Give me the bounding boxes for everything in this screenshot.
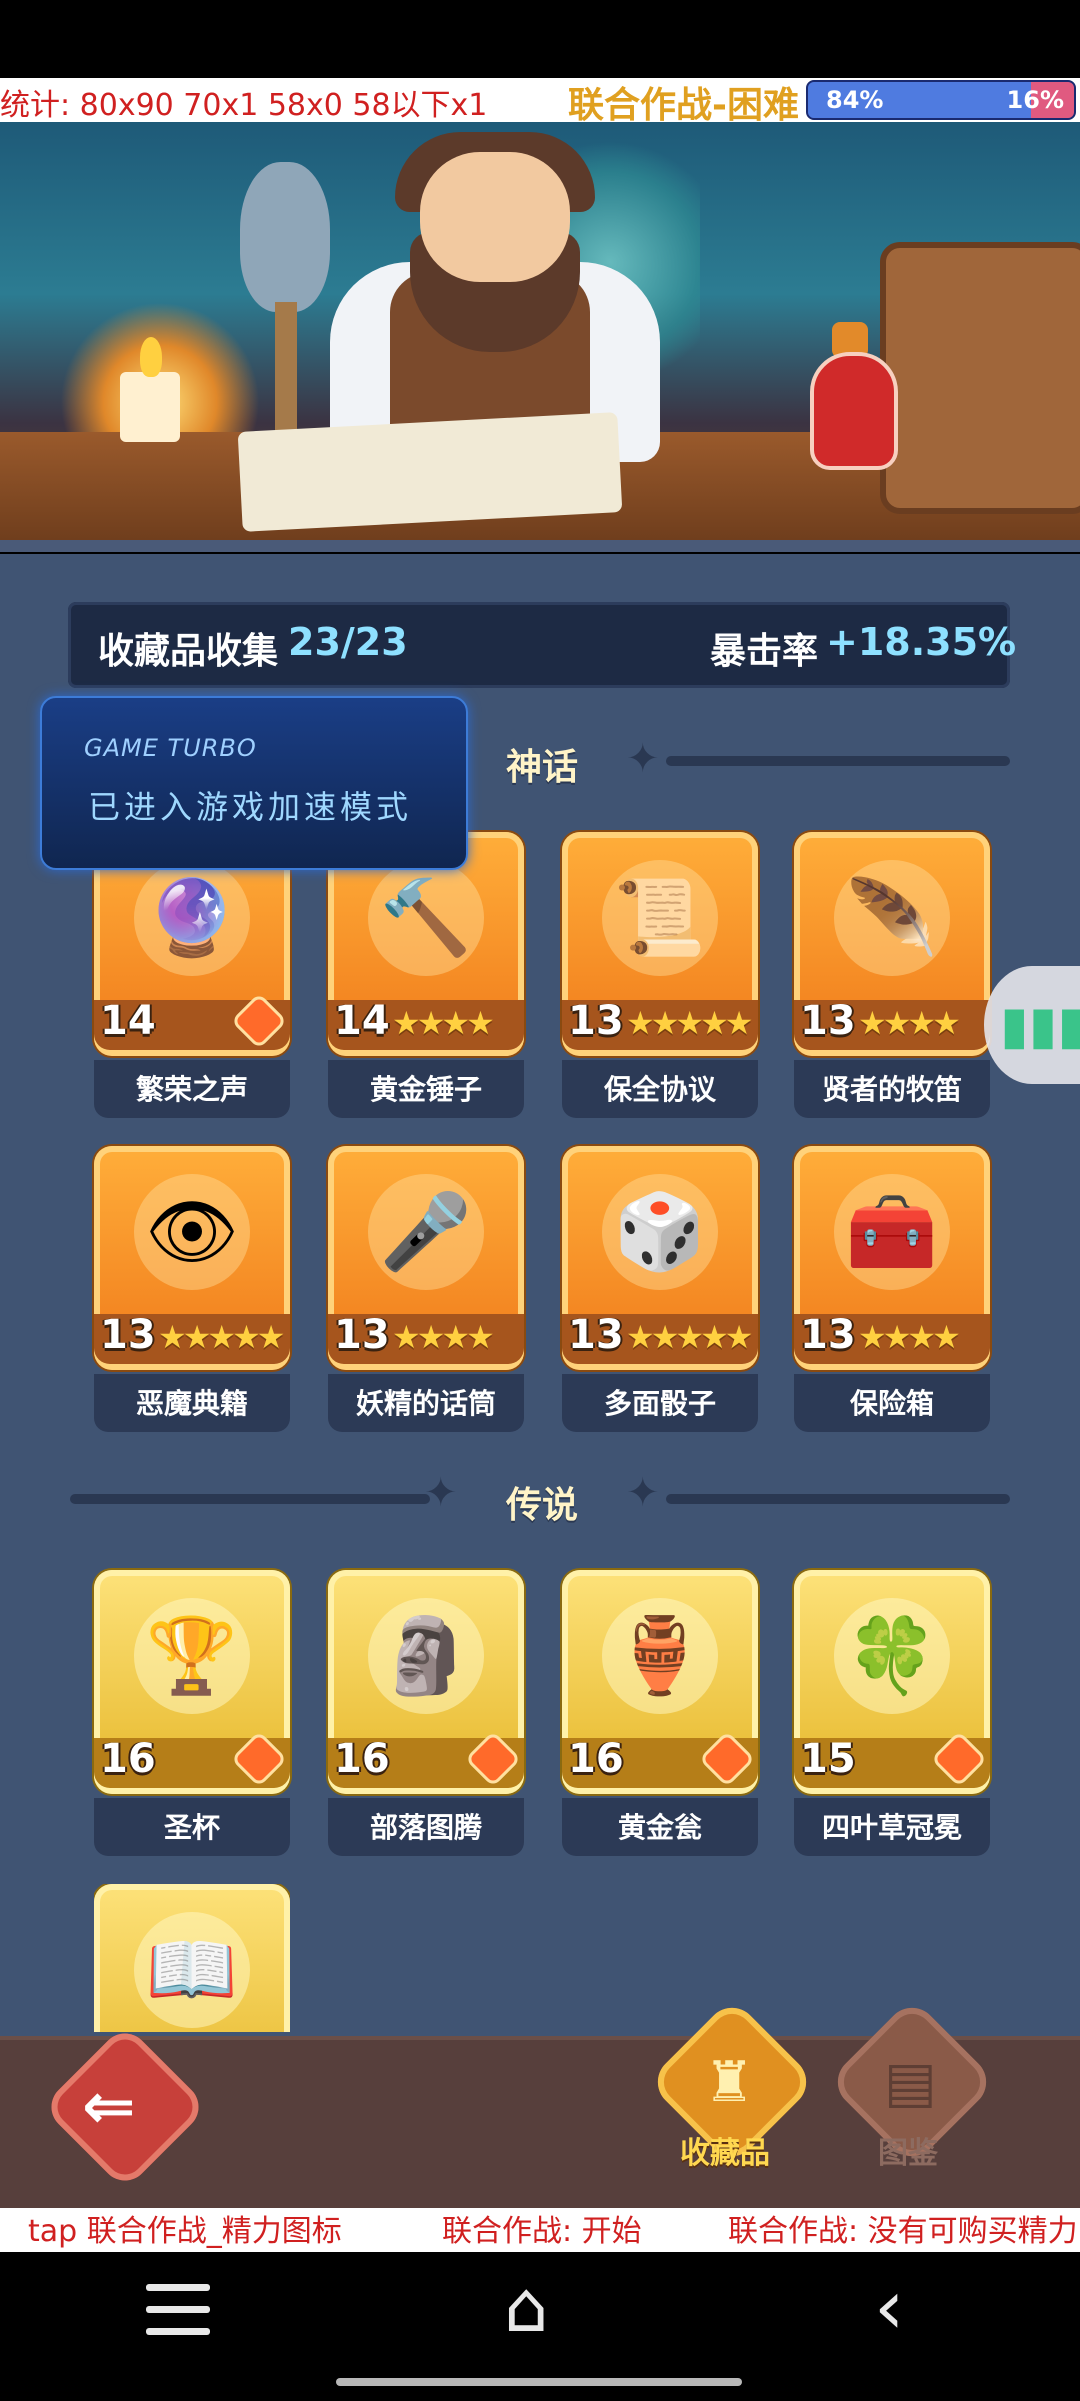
card-name: 部落图腾	[369, 1811, 482, 1844]
cabinet	[880, 242, 1080, 514]
game-turbo-message: 已进入游戏加速模式	[88, 788, 413, 826]
dice-icon: 🎲	[602, 1174, 718, 1290]
star-rating: ★★★★★	[158, 1318, 285, 1356]
treasure-map	[237, 412, 623, 532]
star-rating: ★★★★	[392, 1004, 495, 1042]
treasure-chest-icon: 🧰	[834, 1174, 950, 1290]
gesture-home-bar[interactable]	[336, 2378, 742, 2386]
home-icon[interactable]: ⌂	[504, 2266, 548, 2348]
game-turbo-title: GAME TURBO	[84, 734, 257, 762]
flute-icon: 🪶	[834, 860, 950, 976]
crit-rate-value: +18.35%	[826, 620, 1017, 664]
back-arrow-icon: ⇐	[82, 2070, 136, 2144]
card-name: 黄金锤子	[369, 1073, 482, 1106]
legend-section-title: 传说	[506, 1485, 579, 1526]
card-name: 多面骰子	[603, 1387, 716, 1420]
demon-book-icon: 👁	[134, 1174, 250, 1290]
dwarf-face	[420, 152, 570, 282]
status-bar	[0, 0, 1080, 78]
card-level: 13	[568, 998, 624, 1044]
signal-bars-icon: ▮▮▮	[1000, 996, 1080, 1056]
lyre-icon: ♜	[704, 2050, 755, 2115]
book-icon: ▤	[884, 2050, 937, 2115]
card-level: 16	[334, 1736, 390, 1782]
card-name: 保险箱	[849, 1387, 934, 1420]
card-name: 圣杯	[163, 1811, 220, 1844]
back-nav-icon[interactable]: ‹	[874, 2262, 904, 2351]
energy-progress-bar: 84% 16%	[806, 80, 1076, 120]
card-level: 13	[334, 1312, 390, 1358]
myth-section-title: 神话	[506, 747, 579, 788]
progress-right-label: 16%	[1006, 86, 1064, 114]
card-level: 13	[800, 998, 856, 1044]
collection-label: 收藏品收集	[98, 631, 279, 672]
totem-icon: 🗿	[368, 1598, 484, 1714]
potion-icon	[810, 352, 898, 470]
card-name: 贤者的牧笛	[821, 1073, 962, 1106]
legend-divider-left	[70, 1494, 430, 1504]
shovel-handle	[275, 302, 297, 442]
progress-left-label: 84%	[826, 86, 884, 114]
grail-icon: 🏆	[134, 1598, 250, 1714]
menu-icon[interactable]	[146, 2280, 210, 2340]
star-rating: ★★★★★	[626, 1318, 753, 1356]
card-level: 16	[568, 1736, 624, 1782]
star-rating: ★★★★	[392, 1318, 495, 1356]
card-name: 黄金瓮	[617, 1811, 702, 1844]
card-level: 16	[100, 1736, 156, 1782]
hammer-icon: 🔨	[368, 860, 484, 976]
card-name: 妖精的话筒	[355, 1387, 496, 1420]
debug-stats-text: 统计: 80x90 70x1 58x0 58以下x1	[0, 88, 488, 123]
star-rating: ★★★★★	[626, 1004, 753, 1042]
crit-rate-label: 暴击率	[710, 631, 819, 672]
collection-count: 23/23	[288, 620, 408, 664]
collectible-card[interactable]: 📖	[94, 1884, 290, 2032]
card-name: 保全协议	[603, 1073, 716, 1106]
golden-urn-icon: 🏺	[602, 1598, 718, 1714]
card-level: 14	[100, 998, 156, 1044]
sparkle-icon: ✦	[424, 1470, 458, 1516]
card-level: 14	[334, 998, 390, 1044]
card-level: 15	[800, 1736, 856, 1782]
clover-crown-icon: 🍀	[834, 1598, 950, 1714]
shop-banner-illustration	[0, 122, 1080, 552]
star-rating: ★★★★	[858, 1318, 961, 1356]
open-book-icon: 📖	[134, 1912, 250, 2028]
myth-divider-right	[666, 756, 1010, 766]
atlas-tab-label: 图鉴	[878, 2136, 938, 2171]
shovel-icon	[240, 162, 330, 312]
star-rating: ★★★★	[858, 1004, 961, 1042]
card-name: 四叶草冠冕	[821, 1811, 962, 1844]
card-level: 13	[568, 1312, 624, 1358]
card-level: 13	[800, 1312, 856, 1358]
flame-icon	[140, 337, 162, 377]
collection-tab-label: 收藏品	[680, 2136, 770, 2171]
battle-mode-label: 联合作战-困难	[568, 85, 799, 126]
banner-border	[0, 540, 1080, 552]
card-name: 繁荣之声	[135, 1073, 248, 1106]
sparkle-icon: ✦	[626, 1470, 660, 1516]
card-level: 13	[100, 1312, 156, 1358]
contract-icon: 📜	[602, 860, 718, 976]
bell-orb-icon: 🔮	[134, 860, 250, 976]
legend-divider-right	[666, 1494, 1010, 1504]
debug-log-middle: 联合作战: 开始	[442, 2214, 642, 2249]
fairy-mic-icon: 🎤	[368, 1174, 484, 1290]
candle-icon	[120, 372, 180, 442]
sparkle-icon: ✦	[626, 736, 660, 782]
debug-log-left: tap 联合作战_精力图标	[28, 2214, 342, 2249]
card-name: 恶魔典籍	[135, 1387, 248, 1420]
debug-log-right: 联合作战: 没有可购买精力	[728, 2214, 1078, 2249]
